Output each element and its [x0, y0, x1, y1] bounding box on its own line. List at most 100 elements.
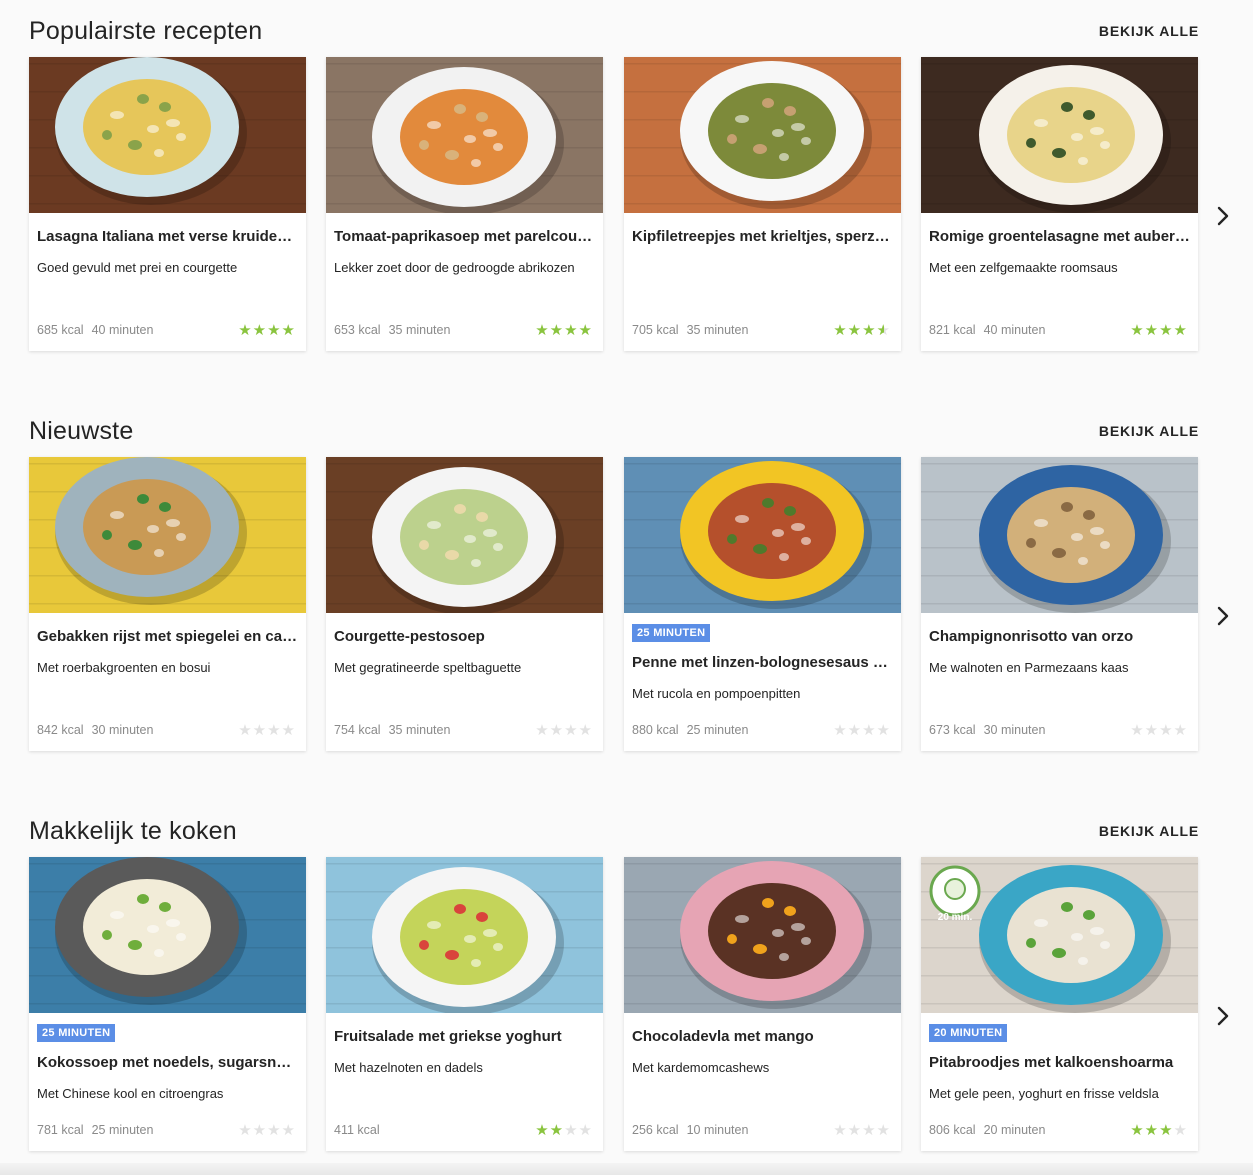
recipe-image[interactable] — [326, 457, 603, 613]
recipe-card[interactable]: Courgette-pestosoep Met gegratineerde spe… — [326, 457, 603, 751]
recipe-image[interactable] — [29, 857, 306, 1013]
recipe-image[interactable] — [29, 457, 306, 613]
cook-time-label: 35 minuten — [388, 323, 451, 337]
star-icon: ★ — [862, 1122, 877, 1139]
recipe-subtitle: Lekker zoet door de gedroogde abrikozen — [334, 260, 575, 275]
calories-label: 880 kcal — [632, 723, 679, 737]
rating-stars: ★★★★ — [238, 1121, 296, 1139]
chevron-right-icon[interactable] — [1212, 602, 1234, 630]
recipe-subtitle: Me walnoten en Parmezaans kaas — [929, 660, 1129, 675]
calories-label: 685 kcal — [37, 323, 84, 337]
recipe-title[interactable]: Champignonrisotto van orzo — [929, 628, 1190, 645]
star-icon: ★ — [578, 722, 593, 739]
page-bottom-bar — [0, 1163, 1253, 1175]
recipe-meta: 685 kcal 40 minuten — [37, 323, 153, 337]
recipe-card[interactable]: Kipfiletreepjes met krieltjes, sperziebo… — [624, 57, 901, 351]
see-all-link[interactable]: BEKIJK ALLE — [1099, 23, 1199, 39]
recipe-title[interactable]: Pitabroodjes met kalkoenshoarma — [929, 1054, 1190, 1071]
recipe-card[interactable]: Romige groentelasagne met aubergine en s… — [921, 57, 1198, 351]
recipe-image[interactable] — [921, 57, 1198, 213]
see-all-link[interactable]: BEKIJK ALLE — [1099, 423, 1199, 439]
recipe-meta: 673 kcal 30 minuten — [929, 723, 1045, 737]
star-icon: ★ — [833, 322, 848, 339]
recipe-card[interactable]: Tomaat-paprikasoep met parelcouscous Lekk… — [326, 57, 603, 351]
cook-time-label: 25 minuten — [686, 723, 749, 737]
star-icon: ★ — [862, 722, 877, 739]
star-icon: ★ — [1159, 722, 1174, 739]
recipe-subtitle: Met gegratineerde speltbaguette — [334, 660, 522, 675]
recipe-card[interactable]: 25 MINUTEN Kokossoep met noedels, sugarsn… — [29, 857, 306, 1151]
star-icon: ★ — [238, 722, 253, 739]
recipe-image[interactable]: 20 min. — [921, 857, 1198, 1013]
recipe-card[interactable]: Fruitsalade met griekse yoghurt Met hazel… — [326, 857, 603, 1151]
recipe-image[interactable] — [29, 57, 306, 213]
star-icon: ★ — [238, 322, 253, 339]
star-icon: ★ — [1144, 322, 1160, 339]
recipe-subtitle: Goed gevuld met prei en courgette — [37, 260, 238, 275]
pesto-soup-photo — [326, 457, 603, 613]
recipe-card[interactable]: Champignonrisotto van orzo Me walnoten en… — [921, 457, 1198, 751]
star-icon: ★ — [1144, 1122, 1160, 1139]
star-icon: ★ — [1130, 322, 1145, 339]
recipe-image[interactable] — [326, 857, 603, 1013]
star-icon: ★ — [1159, 322, 1174, 339]
see-all-link[interactable]: BEKIJK ALLE — [1099, 823, 1199, 839]
star-icon: ★ — [267, 1122, 282, 1139]
rating-stars: ★★★★ — [833, 721, 891, 739]
lasagna-plate-photo — [29, 57, 306, 213]
chevron-right-icon[interactable] — [1212, 1002, 1234, 1030]
fruit-salad-photo — [326, 857, 603, 1013]
recipe-title[interactable]: Courgette-pestosoep — [334, 628, 595, 645]
recipe-card[interactable]: Gebakken rijst met spiegelei en cashewno… — [29, 457, 306, 751]
rating-stars: ★★★★ — [1130, 721, 1188, 739]
star-icon: ★ — [1130, 1122, 1145, 1139]
recipe-title[interactable]: Gebakken rijst met spiegelei en cashewno… — [37, 628, 298, 645]
recipe-subtitle: Met hazelnoten en dadels — [334, 1060, 483, 1075]
cook-time-label: 30 minuten — [983, 723, 1046, 737]
recipe-title[interactable]: Kokossoep met noedels, sugarsnaps en ei — [37, 1054, 298, 1071]
recipe-image[interactable] — [624, 57, 901, 213]
time-badge: 25 MINUTEN — [632, 624, 711, 642]
recipe-card[interactable]: Lasagna Italiana met verse kruiden en co… — [29, 57, 306, 351]
star-icon: ★ — [281, 322, 296, 339]
calories-label: 842 kcal — [37, 723, 84, 737]
recipe-subtitle: Met een zelfgemaakte roomsaus — [929, 260, 1118, 275]
recipe-image[interactable] — [921, 457, 1198, 613]
rating-stars: ★★★★ — [238, 721, 296, 739]
pita-shawarma-photo: 20 min. — [921, 857, 1198, 1013]
recipe-title[interactable]: Romige groentelasagne met aubergine en s… — [929, 228, 1190, 245]
recipe-image[interactable] — [624, 857, 901, 1013]
calories-label: 673 kcal — [929, 723, 976, 737]
recipe-meta: 781 kcal 25 minuten — [37, 1123, 153, 1137]
star-icon: ★ — [252, 722, 268, 739]
recipe-card[interactable]: 25 MINUTEN Penne met linzen-bolognesesaus… — [624, 457, 901, 751]
rating-stars: ★★★★ — [535, 321, 593, 339]
recipe-meta: 411 kcal — [334, 1123, 380, 1137]
star-icon: ★ — [549, 322, 565, 339]
recipe-card[interactable]: 20 min. 20 MINUTEN Pitabroodjes met kalkoe… — [921, 857, 1198, 1151]
recipe-title[interactable]: Fruitsalade met griekse yoghurt — [334, 1028, 595, 1045]
section-header: Makkelijk te koken BEKIJK ALLE — [29, 817, 1199, 851]
recipe-title[interactable]: Lasagna Italiana met verse kruiden en co… — [37, 228, 298, 245]
rating-stars: ★★★★ — [1130, 321, 1188, 339]
chevron-right-icon[interactable] — [1212, 202, 1234, 230]
recipe-subtitle: Met Chinese kool en citroengras — [37, 1086, 224, 1101]
calories-label: 806 kcal — [929, 1123, 976, 1137]
section-title: Populairste recepten — [29, 17, 263, 45]
rating-stars: ★★★★ — [833, 321, 891, 339]
recipe-title[interactable]: Tomaat-paprikasoep met parelcouscous — [334, 228, 595, 245]
recipe-title[interactable]: Chocoladevla met mango — [632, 1028, 893, 1045]
recipe-title[interactable]: Penne met linzen-bolognesesaus en feta — [632, 654, 893, 671]
calories-label: 821 kcal — [929, 323, 976, 337]
recipe-carousel: Lasagna Italiana met verse kruiden en co… — [29, 57, 1209, 353]
star-icon: ★ — [549, 1122, 565, 1139]
recipe-image[interactable] — [326, 57, 603, 213]
recipe-card[interactable]: Chocoladevla met mango Met kardemomcashew… — [624, 857, 901, 1151]
recipe-title[interactable]: Kipfiletreepjes met krieltjes, sperziebo… — [632, 228, 893, 245]
star-icon: ★ — [267, 722, 282, 739]
recipe-image[interactable] — [624, 457, 901, 613]
recipe-meta: 842 kcal 30 minuten — [37, 723, 153, 737]
calories-label: 781 kcal — [37, 1123, 84, 1137]
recipe-meta: 653 kcal 35 minuten — [334, 323, 450, 337]
star-icon: ★ — [578, 1122, 593, 1139]
